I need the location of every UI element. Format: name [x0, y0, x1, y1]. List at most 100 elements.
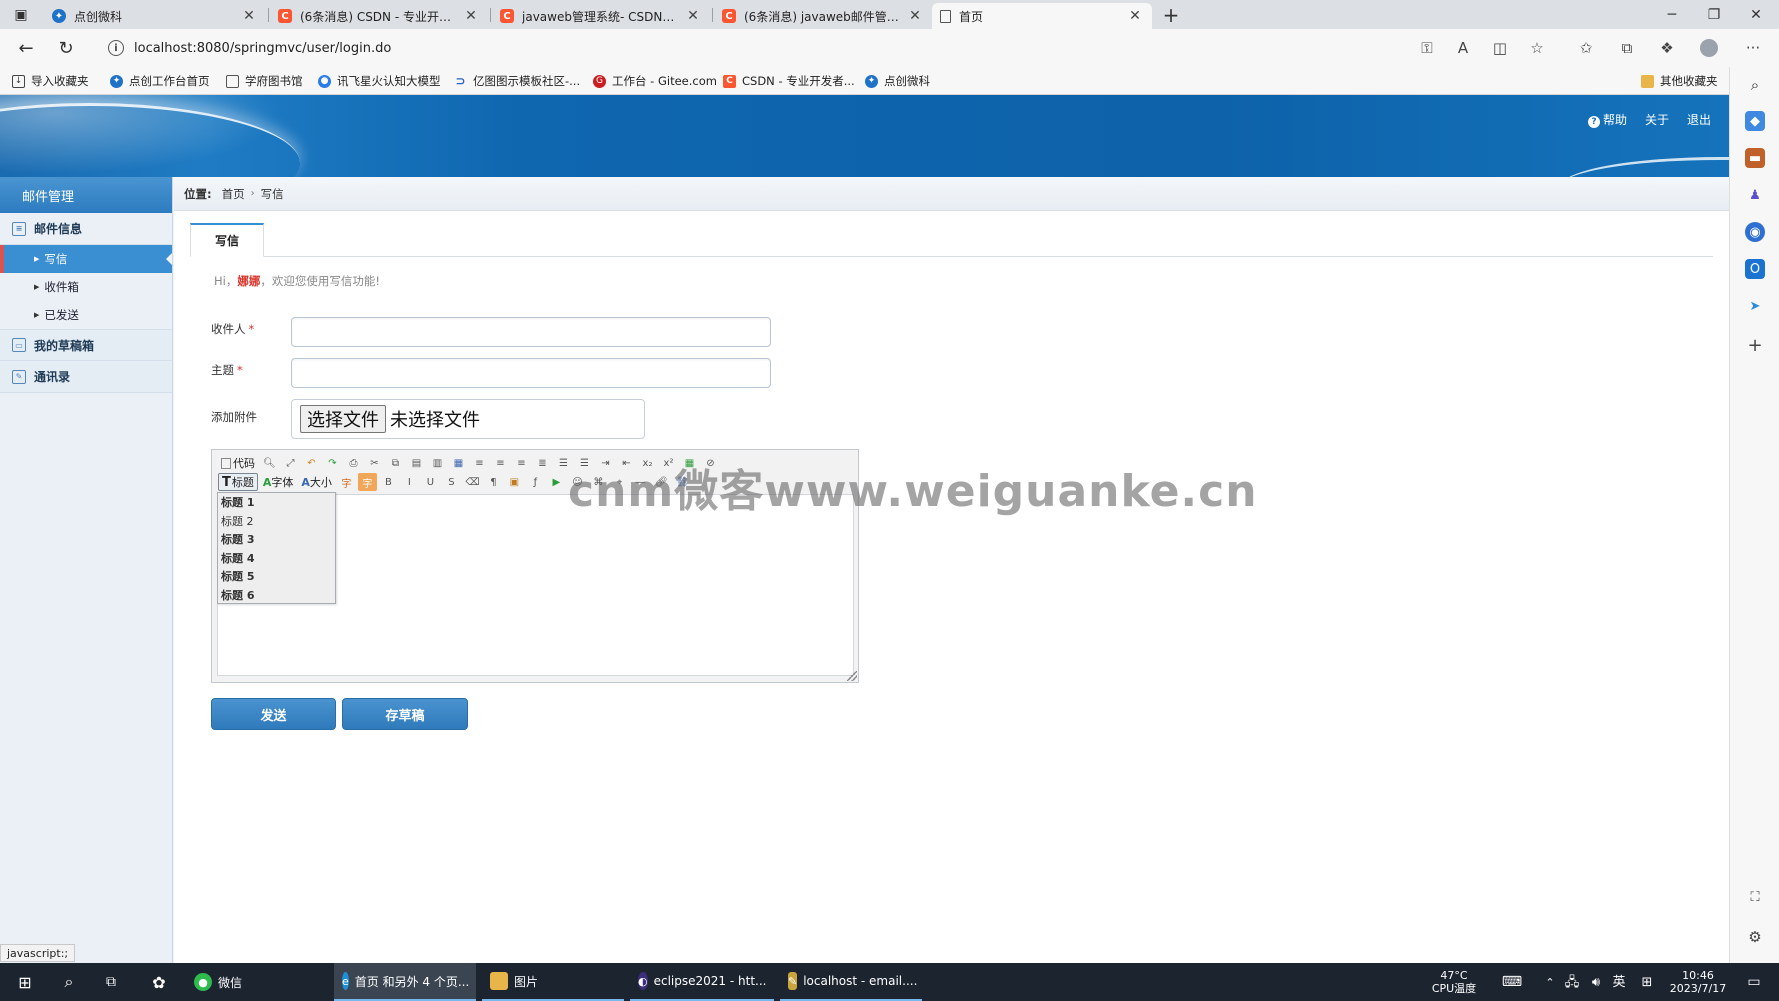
browser-tab-1[interactable]: ✦ 点创微科 ✕: [44, 3, 266, 29]
close-window-icon[interactable]: ✕: [1735, 0, 1777, 29]
task-view-icon[interactable]: ⧉: [96, 963, 126, 1001]
about-link[interactable]: 关于: [1645, 111, 1669, 128]
browser-tab-2[interactable]: C (6条消息) CSDN - 专业开发者社区 ✕: [270, 3, 488, 29]
chess-icon[interactable]: ♟: [1745, 185, 1765, 205]
breadcrumb-home[interactable]: 首页: [222, 186, 245, 202]
save-draft-button[interactable]: 存草稿: [342, 698, 468, 730]
undo-icon[interactable]: ↶: [302, 454, 321, 472]
bookmark-item[interactable]: ● 讯飞星火认知大模型: [318, 71, 441, 91]
toolbox-icon[interactable]: ▬: [1745, 148, 1765, 168]
tab-actions-icon[interactable]: ▣: [0, 0, 42, 29]
nav-item-inbox[interactable]: ▶ 收件箱: [0, 273, 172, 301]
profile-avatar[interactable]: [1698, 37, 1720, 59]
restore-icon[interactable]: ❐: [1693, 0, 1735, 29]
italic-icon[interactable]: I: [400, 473, 419, 491]
new-tab-button[interactable]: +: [1158, 2, 1184, 28]
taskbar-pictures[interactable]: 图片: [482, 963, 624, 1001]
eraser-icon[interactable]: ⌫: [463, 473, 482, 491]
volume-icon[interactable]: 🔊︎: [1586, 963, 1606, 1001]
cut-icon[interactable]: ✂: [365, 454, 384, 472]
highlight-color-icon[interactable]: 字: [357, 473, 377, 491]
help-link[interactable]: ? 帮助: [1587, 111, 1627, 128]
browser-tab-3[interactable]: C javaweb管理系统- CSDN搜索 ✕: [492, 3, 710, 29]
outlook-icon[interactable]: O: [1745, 259, 1765, 279]
more-menu-icon[interactable]: ···: [1742, 37, 1764, 59]
bookmark-item[interactable]: C CSDN - 专业开发者...: [723, 71, 855, 91]
ime-mode-icon[interactable]: ⊞: [1636, 963, 1658, 1001]
shopping-tag-icon[interactable]: ◆: [1745, 111, 1765, 131]
paste-icon[interactable]: ▤: [407, 454, 426, 472]
office-icon[interactable]: ◉: [1745, 222, 1765, 242]
browser-tab-5[interactable]: 首页 ✕: [932, 3, 1152, 29]
align-right-icon[interactable]: ≡: [512, 454, 531, 472]
media-icon[interactable]: ▶: [547, 473, 566, 491]
underline-icon[interactable]: U: [421, 473, 440, 491]
keyboard-icon[interactable]: ⌨: [1498, 963, 1526, 1001]
close-tab-icon[interactable]: ✕: [684, 8, 702, 24]
taskbar-eclipse[interactable]: ◐ eclipse2021 - htt...: [630, 963, 774, 1001]
taskbar-edge[interactable]: e 首页 和另外 4 个页...: [334, 963, 476, 1001]
read-aloud-icon[interactable]: A: [1452, 37, 1474, 59]
fullscreen-icon[interactable]: ⤢: [281, 454, 300, 472]
refresh-icon[interactable]: ↻: [52, 35, 80, 61]
heading-option-3[interactable]: 标题 3: [218, 530, 335, 549]
align-left-icon[interactable]: ≡: [470, 454, 489, 472]
heading-option-1[interactable]: 标题 1: [218, 493, 335, 512]
copy-icon[interactable]: ⧉: [386, 454, 405, 472]
add-icon[interactable]: +: [1745, 335, 1765, 356]
subject-input[interactable]: [291, 358, 771, 388]
font-size-button[interactable]: A 大小: [298, 473, 335, 491]
favorites-icon[interactable]: ✩: [1575, 37, 1597, 59]
flash-icon[interactable]: ƒ: [526, 473, 545, 491]
heading-option-2[interactable]: 标题 2: [218, 512, 335, 531]
font-family-button[interactable]: A 字体: [260, 473, 297, 491]
justify-icon[interactable]: ≣: [533, 454, 552, 472]
widget-icon[interactable]: ✿: [144, 963, 174, 1001]
favorite-star-icon[interactable]: ☆: [1526, 37, 1548, 59]
bookmark-item[interactable]: 学府图书馆: [226, 71, 303, 91]
paste-word-icon[interactable]: ▦: [449, 454, 468, 472]
close-tab-icon[interactable]: ✕: [240, 8, 258, 24]
nav-section-mail-info[interactable]: ≡ 邮件信息: [0, 213, 172, 245]
recipient-input[interactable]: [291, 317, 771, 347]
search-icon[interactable]: ⌕: [54, 963, 84, 1001]
collections-icon[interactable]: ⧉: [1616, 37, 1638, 59]
settings-gear-icon[interactable]: ⚙: [1745, 927, 1765, 947]
bookmark-import[interactable]: ↓ 导入收藏夹: [12, 71, 89, 91]
paste-text-icon[interactable]: ▥: [428, 454, 447, 472]
back-arrow-icon[interactable]: ←: [12, 35, 40, 61]
bookmark-item[interactable]: ✦ 点创工作台首页: [110, 71, 210, 91]
heading-option-5[interactable]: 标题 5: [218, 567, 335, 586]
site-info-icon[interactable]: i: [108, 40, 124, 56]
key-icon[interactable]: ⚿: [1416, 37, 1438, 59]
address-bar[interactable]: i localhost:8080/springmvc/user/login.do: [98, 33, 1438, 63]
bookmark-item[interactable]: G 工作台 - Gitee.com: [593, 71, 717, 91]
taskbar-wechat[interactable]: ● 微信: [186, 963, 250, 1001]
heading-option-6[interactable]: 标题 6: [218, 586, 335, 605]
align-center-icon[interactable]: ≡: [491, 454, 510, 472]
print-icon[interactable]: ⎙: [344, 454, 363, 472]
preview-icon[interactable]: 🔍︎: [260, 454, 279, 472]
chevron-up-icon[interactable]: ⌃: [1540, 963, 1560, 1001]
extensions-icon[interactable]: ❖: [1656, 37, 1678, 59]
choose-file-button[interactable]: 选择文件: [300, 405, 386, 433]
nav-item-write[interactable]: ▶ 写信: [0, 245, 172, 273]
image-icon[interactable]: ▣: [505, 473, 524, 491]
bookmark-item[interactable]: ⊃ 亿图图示模板社区-...: [454, 71, 580, 91]
other-bookmarks[interactable]: 其他收藏夹: [1641, 71, 1718, 91]
windows-start-icon[interactable]: ⊞: [10, 963, 40, 1001]
screenshot-icon[interactable]: ⛶: [1745, 887, 1765, 907]
taskbar-localhost[interactable]: ✎ localhost - email....: [780, 963, 922, 1001]
send-button[interactable]: 发送: [211, 698, 336, 730]
logout-link[interactable]: 退出: [1687, 111, 1711, 128]
font-color-icon[interactable]: 字: [337, 473, 356, 491]
cpu-temperature[interactable]: 47°C CPU温度: [1428, 963, 1480, 1001]
heading-option-4[interactable]: 标题 4: [218, 549, 335, 568]
tab-write[interactable]: 写信: [190, 223, 264, 257]
clock[interactable]: 10:46 2023/7/17: [1666, 963, 1730, 1001]
heading-button[interactable]: T 标题: [218, 473, 258, 491]
nav-section-drafts[interactable]: ▭ 我的草稿箱: [0, 329, 172, 361]
minimize-icon[interactable]: ─: [1651, 0, 1693, 29]
source-code-button[interactable]: 代码: [218, 454, 258, 472]
nav-section-contacts[interactable]: ✎ 通讯录: [0, 361, 172, 393]
